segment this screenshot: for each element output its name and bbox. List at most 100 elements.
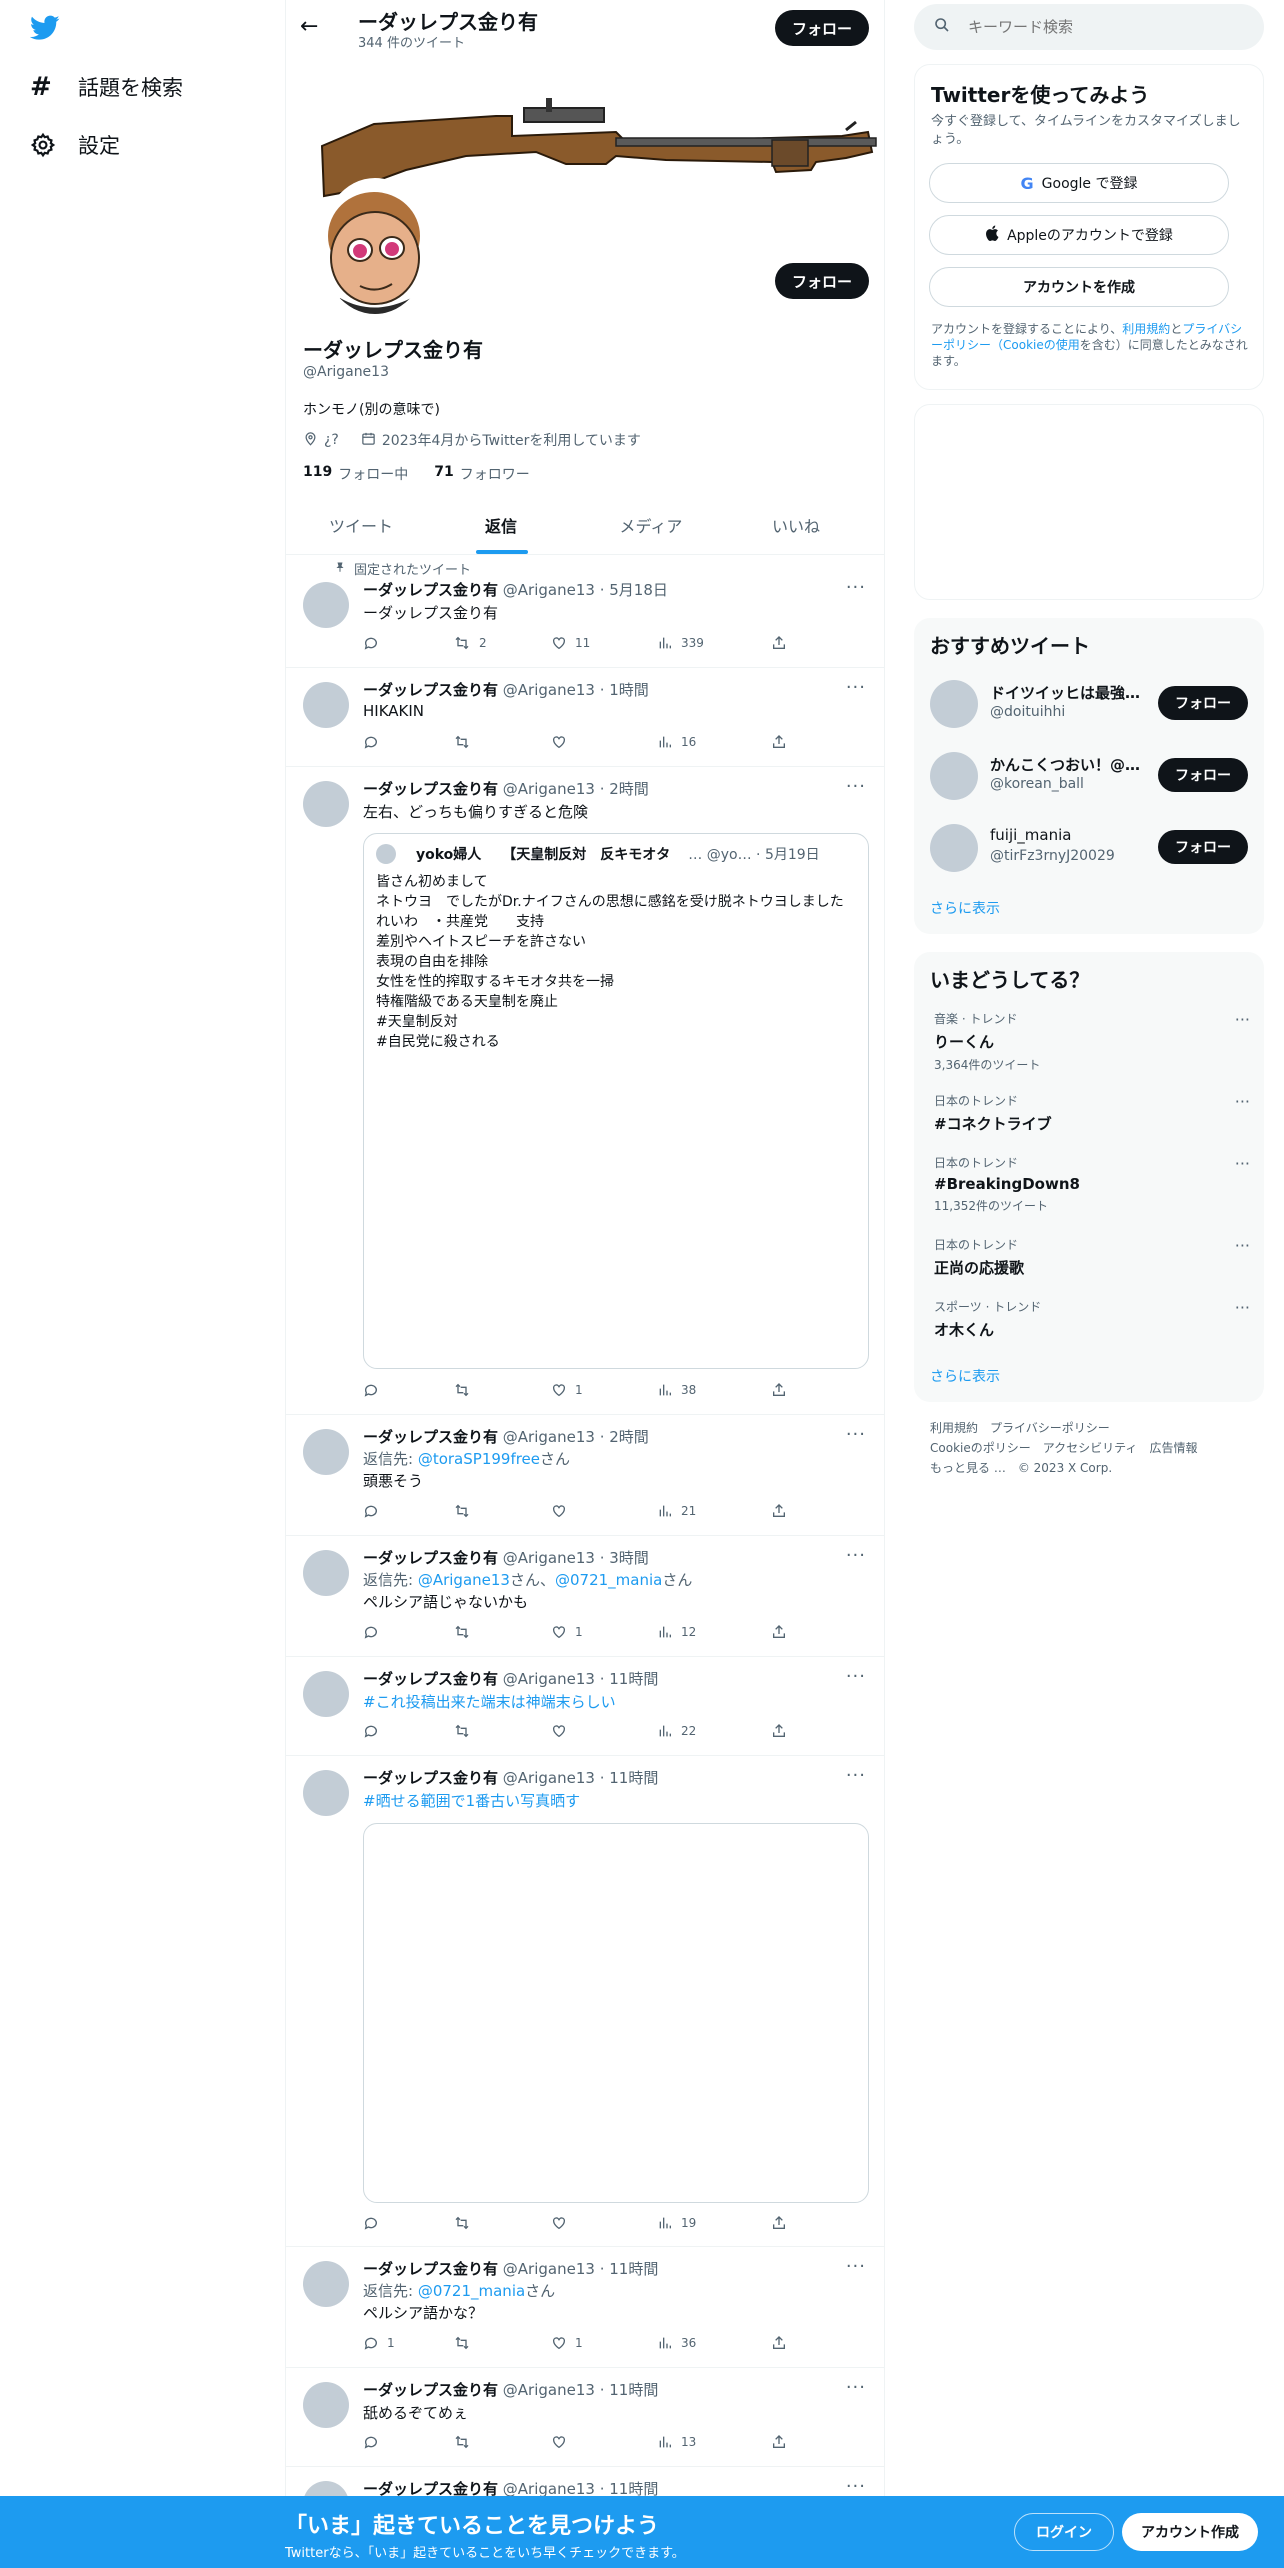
tweet[interactable]: 固定されたツイート ーダッレプス金り有 @Arigane13 · 5月18日 ·… [286, 555, 884, 668]
followers-label[interactable]: フォロワー [460, 464, 530, 484]
reply-button[interactable] [363, 635, 387, 651]
more-icon[interactable]: ··· [846, 577, 866, 598]
avatar[interactable] [303, 1671, 349, 1717]
like-button[interactable] [551, 1723, 575, 1739]
footer-link[interactable]: 利用規約 [930, 1421, 978, 1435]
apple-signup-button[interactable]: Appleのアカウントで登録 [929, 215, 1229, 255]
tweet-media[interactable] [363, 1823, 869, 2203]
more-icon[interactable]: ··· [1235, 1298, 1250, 1317]
like-button[interactable]: 1 [551, 1624, 583, 1640]
reply-mention[interactable]: @Arigane13 [418, 1571, 510, 1589]
recommended-user[interactable]: ドイツイッヒは最強… @doituihhi フォロー [930, 676, 1250, 734]
trend-item[interactable]: 日本のトレンド #BreakingDown8 11,352件のツイート ··· [934, 1154, 1250, 1218]
reply-mention[interactable]: @0721_mania [418, 2282, 525, 2300]
like-button[interactable]: 1 [551, 1382, 583, 1398]
profile-avatar[interactable] [320, 178, 430, 314]
tweet-author[interactable]: ーダッレプス金り有 [363, 2381, 498, 2399]
share-button[interactable] [771, 2215, 787, 2231]
tweet-author[interactable]: ーダッレプス金り有 [363, 1670, 498, 1688]
signup-button[interactable]: アカウント作成 [1122, 2513, 1258, 2551]
profile-follow-button[interactable]: フォロー [775, 263, 869, 299]
trend-item[interactable]: スポーツ · トレンド オ木くん ··· [934, 1298, 1250, 1342]
avatar[interactable] [303, 582, 349, 628]
followers-count[interactable]: 71 [434, 464, 453, 484]
footer-link[interactable]: 広告情報 [1149, 1441, 1197, 1455]
follow-button[interactable]: フォロー [1158, 830, 1248, 864]
google-signup-button[interactable]: G Google で登録 [929, 163, 1229, 203]
trend-item[interactable]: 音楽 · トレンド りーくん 3,364件のツイート ··· [934, 1010, 1250, 1074]
terms-link[interactable]: 利用規約 [1122, 322, 1170, 336]
retweet-button[interactable] [453, 734, 479, 750]
recommended-user[interactable]: fuiji_mania @tirFz3rnyJ20029 フォロー [930, 820, 1250, 878]
tweet[interactable]: ーダッレプス金り有 @Arigane13 · 11時間 ··· #晒せる範囲で1… [286, 1756, 884, 2247]
views-button[interactable]: 38 [657, 1382, 696, 1398]
tweet[interactable]: ーダッレプス金り有 @Arigane13 · 2時間 ··· 返信先: @tor… [286, 1415, 884, 1536]
sidebar-item-explore[interactable]: # 話題を検索 [30, 72, 183, 102]
share-button[interactable] [771, 1624, 787, 1640]
avatar[interactable] [303, 1770, 349, 1816]
share-button[interactable] [771, 2335, 787, 2351]
like-button[interactable]: 11 [551, 635, 590, 651]
share-button[interactable] [771, 2434, 787, 2450]
reply-button[interactable] [363, 1624, 387, 1640]
retweet-button[interactable] [453, 1382, 479, 1398]
tweet[interactable]: ーダッレプス金り有 @Arigane13 · 2時間 ··· 左右、どっちも偏り… [286, 767, 884, 1415]
reply-button[interactable] [363, 1382, 387, 1398]
footer-link[interactable]: プライバシーポリシー [990, 1421, 1110, 1435]
footer-link[interactable]: Cookieのポリシー [930, 1441, 1031, 1455]
like-button[interactable] [551, 2434, 575, 2450]
more-icon[interactable]: ··· [846, 2256, 866, 2277]
more-icon[interactable]: ··· [846, 1765, 866, 1786]
reply-button[interactable] [363, 1723, 387, 1739]
footer-link[interactable]: アクセシビリティ [1043, 1441, 1138, 1455]
more-icon[interactable]: ··· [1235, 1154, 1250, 1173]
more-icon[interactable]: ··· [846, 1666, 866, 1687]
reply-button[interactable] [363, 2215, 387, 2231]
more-icon[interactable]: ··· [1235, 1010, 1250, 1029]
more-icon[interactable]: ··· [846, 1545, 866, 1566]
back-arrow-icon[interactable]: ← [300, 14, 318, 39]
more-icon[interactable]: ··· [846, 2476, 866, 2497]
create-account-button[interactable]: アカウントを作成 [929, 267, 1229, 307]
share-button[interactable] [771, 1382, 787, 1398]
like-button[interactable]: 1 [551, 2335, 583, 2351]
sidebar-item-settings[interactable]: 設定 [30, 130, 120, 160]
tab-tweets[interactable]: ツイート [286, 496, 436, 554]
views-button[interactable]: 22 [657, 1723, 696, 1739]
more-icon[interactable]: ··· [846, 776, 866, 797]
reply-button[interactable] [363, 1503, 387, 1519]
more-icon[interactable]: ··· [1235, 1092, 1250, 1111]
views-button[interactable]: 21 [657, 1503, 696, 1519]
following-label[interactable]: フォロー中 [338, 464, 408, 484]
tweet-author[interactable]: ーダッレプス金り有 [363, 780, 498, 798]
share-button[interactable] [771, 1723, 787, 1739]
more-icon[interactable]: ··· [846, 2377, 866, 2398]
retweet-button[interactable] [453, 2434, 479, 2450]
search-input[interactable] [968, 18, 1228, 36]
trend-item[interactable]: 日本のトレンド 正尚の応援歌 ··· [934, 1236, 1250, 1280]
tweet[interactable]: ーダッレプス金り有 @Arigane13 · 1時間 ··· HIKAKIN 1… [286, 668, 884, 767]
like-button[interactable] [551, 734, 575, 750]
views-button[interactable]: 36 [657, 2335, 696, 2351]
avatar[interactable] [303, 2261, 349, 2307]
reply-button[interactable] [363, 734, 387, 750]
tab-replies[interactable]: 返信 [436, 496, 566, 554]
views-button[interactable]: 12 [657, 1624, 696, 1640]
retweet-button[interactable] [453, 1503, 479, 1519]
avatar[interactable] [303, 1550, 349, 1596]
trends-more-link[interactable]: さらに表示 [930, 1366, 1000, 1386]
tweet-hashtag[interactable]: #これ投稿出来た端末は神端末らしい [363, 1691, 616, 1712]
like-button[interactable] [551, 1503, 575, 1519]
retweet-button[interactable] [453, 2335, 479, 2351]
reply-button[interactable] [363, 2434, 387, 2450]
retweet-button[interactable] [453, 1723, 479, 1739]
tab-likes[interactable]: いいね [726, 496, 866, 554]
retweet-button[interactable]: 2 [453, 635, 487, 651]
avatar[interactable] [303, 682, 349, 728]
more-icon[interactable]: ··· [846, 1424, 866, 1445]
avatar[interactable] [303, 781, 349, 827]
login-button[interactable]: ログイン [1014, 2513, 1114, 2551]
retweet-button[interactable] [453, 1624, 479, 1640]
avatar[interactable] [303, 1429, 349, 1475]
tweet[interactable]: ーダッレプス金り有 @Arigane13 · 11時間 ··· #これ投稿出来た… [286, 1657, 884, 1756]
